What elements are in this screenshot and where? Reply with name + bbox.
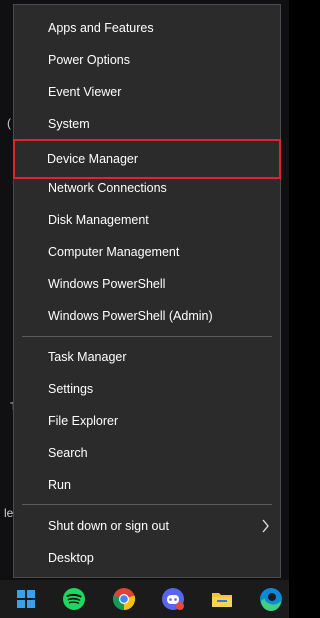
menu-separator <box>22 336 272 337</box>
menu-item-desktop[interactable]: Desktop <box>14 542 280 574</box>
winx-context-menu: Apps and Features Power Options Event Vi… <box>13 4 281 578</box>
chevron-right-icon <box>260 510 272 542</box>
menu-item-computer-management[interactable]: Computer Management <box>14 236 280 268</box>
menu-item-label: Windows PowerShell <box>48 277 166 291</box>
menu-item-file-explorer[interactable]: File Explorer <box>14 405 280 437</box>
menu-item-windows-powershell[interactable]: Windows PowerShell <box>14 268 280 300</box>
menu-item-event-viewer[interactable]: Event Viewer <box>14 76 280 108</box>
menu-item-label: Task Manager <box>48 350 127 364</box>
menu-item-label: Network Connections <box>48 181 167 195</box>
menu-item-label: System <box>48 117 90 131</box>
windows-start-icon[interactable] <box>10 583 42 615</box>
menu-separator <box>22 504 272 505</box>
menu-item-label: Disk Management <box>48 213 149 227</box>
menu-item-label: Desktop <box>48 551 94 565</box>
menu-item-search[interactable]: Search <box>14 437 280 469</box>
menu-item-shut-down-or-sign-out[interactable]: Shut down or sign out <box>14 510 280 542</box>
menu-item-label: Event Viewer <box>48 85 122 99</box>
menu-item-label: Power Options <box>48 53 130 67</box>
background-text-fragment: le <box>4 506 14 520</box>
menu-item-label: Apps and Features <box>48 21 154 35</box>
menu-item-label: File Explorer <box>48 414 119 428</box>
menu-item-network-connections[interactable]: Network Connections <box>14 172 280 204</box>
edge-icon[interactable] <box>255 583 287 615</box>
menu-item-disk-management[interactable]: Disk Management <box>14 204 280 236</box>
menu-item-label: Shut down or sign out <box>48 519 169 533</box>
background-text-fragment: ( <box>7 116 11 130</box>
menu-item-settings[interactable]: Settings <box>14 373 280 405</box>
spotify-icon[interactable] <box>58 583 90 615</box>
menu-item-task-manager[interactable]: Task Manager <box>14 341 280 373</box>
menu-item-apps-and-features[interactable]: Apps and Features <box>14 12 280 44</box>
menu-item-label: Settings <box>48 382 94 396</box>
menu-item-label: Device Manager <box>47 152 139 166</box>
menu-item-label: Computer Management <box>48 245 180 259</box>
file-explorer-icon[interactable] <box>206 583 238 615</box>
menu-item-label: Windows PowerShell (Admin) <box>48 309 213 323</box>
menu-item-run[interactable]: Run <box>14 469 280 501</box>
menu-item-label: Run <box>48 478 71 492</box>
menu-item-label: Search <box>48 446 88 460</box>
discord-icon[interactable] <box>157 583 189 615</box>
menu-item-windows-powershell-admin[interactable]: Windows PowerShell (Admin) <box>14 300 280 332</box>
menu-item-power-options[interactable]: Power Options <box>14 44 280 76</box>
taskbar <box>0 580 289 618</box>
menu-item-system[interactable]: System <box>14 108 280 140</box>
chrome-icon[interactable] <box>108 583 140 615</box>
